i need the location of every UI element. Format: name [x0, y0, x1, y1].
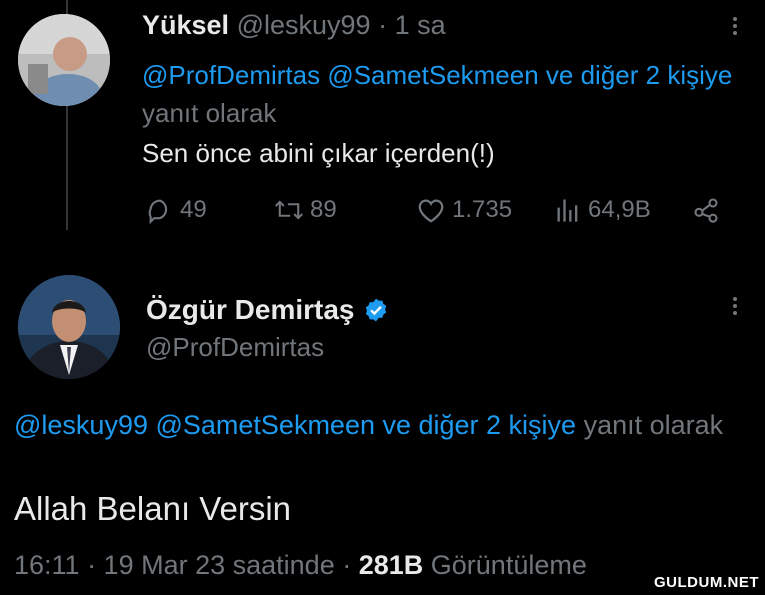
- display-name[interactable]: Yüksel: [142, 10, 229, 40]
- views-button[interactable]: 64,9B: [554, 196, 651, 224]
- verified-badge-icon: [365, 298, 386, 322]
- avatar[interactable]: [18, 275, 120, 379]
- tweet-actions: 49 89 1.735 64,9B: [146, 196, 726, 228]
- like-count: 1.735: [452, 196, 513, 223]
- reply-icon: [148, 199, 168, 224]
- reply-mentions-link[interactable]: @ProfDemirtas @SametSekmeen ve diğer 2 k…: [142, 60, 732, 90]
- tweet-meta-footer: 16:11 · 19 Mar 23 saatinde · 281B Görünt…: [14, 550, 587, 581]
- replying-to: @ProfDemirtas @SametSekmeen ve diğer 2 k…: [142, 56, 742, 132]
- tweet-text: Allah Belanı Versin: [14, 490, 292, 527]
- more-options-icon[interactable]: [733, 294, 737, 318]
- replying-to: @leskuy99 @SametSekmeen ve diğer 2 kişiy…: [14, 404, 734, 446]
- share-button[interactable]: [692, 196, 726, 224]
- views-count: 64,9B: [588, 196, 651, 223]
- user-photo-icon: [18, 275, 120, 379]
- share-icon: [694, 198, 718, 223]
- tweet-header: Yüksel @leskuy99 · 1 sa: [142, 10, 446, 41]
- tweet-timestamp[interactable]: 16:11 · 19 Mar 23 saatinde ·: [14, 550, 351, 580]
- views-count: 281B: [358, 550, 424, 580]
- reply-suffix: yanıt olarak: [583, 410, 724, 440]
- reply-button[interactable]: 49: [146, 196, 207, 224]
- reply-suffix: yanıt olarak: [142, 98, 277, 128]
- reply-mentions-link[interactable]: @leskuy99 @SametSekmeen ve diğer 2 kişiy…: [14, 410, 576, 440]
- reply-count: 49: [180, 196, 207, 223]
- tweet-text: Sen önce abini çıkar içerden(!): [142, 138, 495, 168]
- more-options-icon[interactable]: [733, 14, 737, 38]
- separator-dot: ·: [378, 10, 388, 40]
- avatar[interactable]: [18, 14, 110, 106]
- views-label: Görüntüleme: [430, 550, 587, 580]
- display-name-row: Özgür Demirtaş: [146, 294, 389, 326]
- user-handle[interactable]: @leskuy99: [237, 10, 371, 40]
- retweet-icon: [274, 200, 304, 220]
- heart-icon: [418, 199, 444, 223]
- user-photo-icon: [18, 14, 110, 106]
- retweet-button[interactable]: 89: [274, 196, 337, 224]
- tweet-time[interactable]: 1 sa: [395, 10, 446, 40]
- analytics-icon: [557, 199, 578, 222]
- user-handle[interactable]: @ProfDemirtas: [146, 332, 324, 363]
- retweet-count: 89: [310, 196, 337, 223]
- watermark: GULDUM.NET: [654, 574, 759, 591]
- display-name[interactable]: Özgür Demirtaş: [146, 294, 355, 326]
- like-button[interactable]: 1.735: [416, 196, 512, 224]
